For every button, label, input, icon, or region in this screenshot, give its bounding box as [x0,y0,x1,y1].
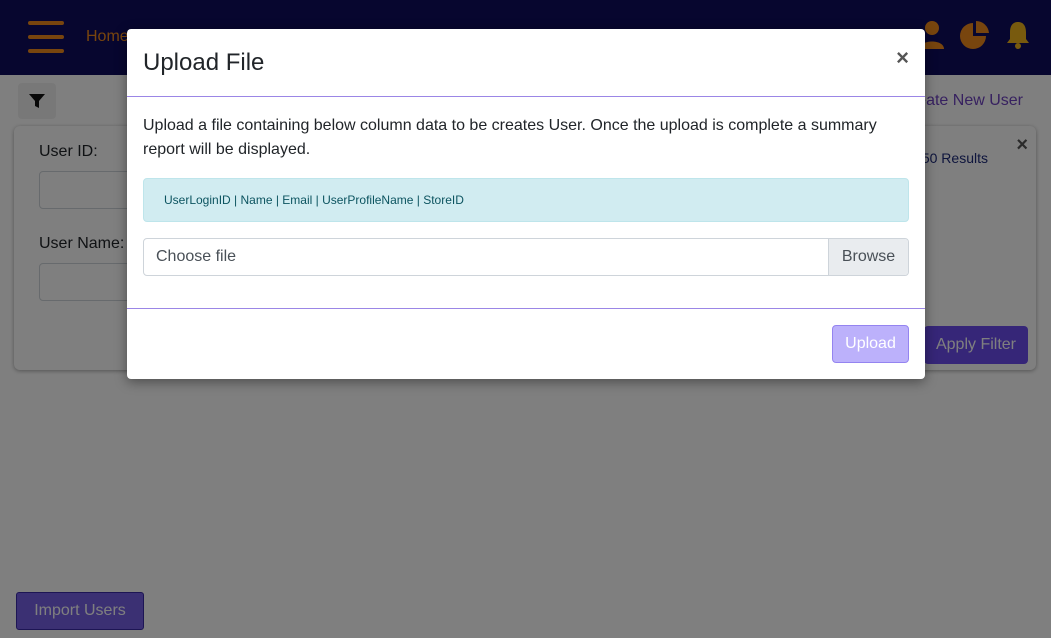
file-chooser-placeholder: Choose file [156,248,237,265]
browse-button[interactable]: Browse [828,239,908,275]
upload-button[interactable]: Upload [832,325,909,363]
modal-close-icon[interactable]: × [896,45,909,71]
upload-file-modal: Upload File × Upload a file containing b… [127,29,925,379]
modal-footer: Upload [127,308,925,379]
file-chooser-input[interactable]: Choose file Browse [143,238,909,276]
modal-description: Upload a file containing below column da… [143,117,877,158]
modal-title: Upload File [143,49,265,76]
columns-info-box: UserLoginID | Name | Email | UserProfile… [143,178,909,222]
modal-header: Upload File × [127,29,925,97]
